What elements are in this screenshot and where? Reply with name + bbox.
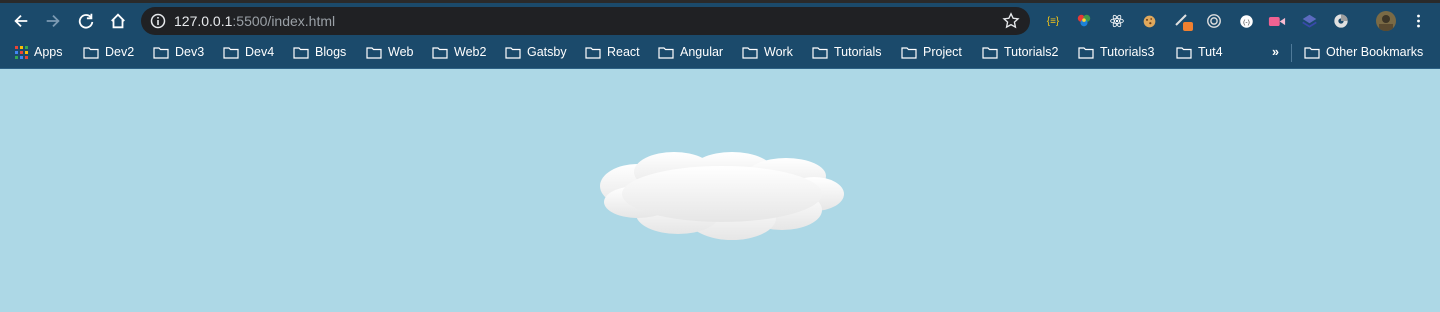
bookmarks-separator — [1291, 44, 1292, 62]
bookmark-folder[interactable]: Angular — [658, 43, 723, 61]
bookmark-folder[interactable]: React — [585, 43, 640, 61]
bookmarks-overflow-button[interactable]: » — [1272, 43, 1279, 61]
target-icon[interactable] — [1205, 12, 1223, 30]
bookmark-folder[interactable]: Dev4 — [223, 43, 274, 61]
bookmark-folder[interactable]: Project — [901, 43, 962, 61]
bookmark-folder[interactable]: Dev3 — [153, 43, 204, 61]
folder-icon — [223, 46, 239, 59]
folder-icon — [366, 46, 382, 59]
layers-icon[interactable] — [1300, 12, 1318, 30]
bookmark-folder[interactable]: Blogs — [293, 43, 346, 61]
bookmark-folder[interactable]: Dev2 — [83, 43, 134, 61]
folder-icon — [432, 46, 448, 59]
avatar[interactable] — [1376, 11, 1396, 31]
bookmark-folder[interactable]: Web2 — [432, 43, 486, 61]
folder-icon — [812, 46, 828, 59]
bookmark-star-icon[interactable] — [1002, 12, 1020, 30]
address-bar[interactable]: 127.0.0.1:5500/index.html — [141, 7, 1030, 35]
folder-icon — [1078, 46, 1094, 59]
cloud-image — [600, 152, 844, 240]
reload-button[interactable] — [74, 9, 98, 33]
info-icon[interactable] — [150, 13, 166, 29]
folder-icon — [901, 46, 917, 59]
bookmark-folder[interactable]: Web — [366, 43, 413, 61]
bookmarks-bar: Apps Dev2 Dev3 Dev4 Blogs Web Web2 Gatsb… — [0, 37, 1440, 69]
react-devtools-icon[interactable] — [1108, 12, 1126, 30]
back-button[interactable] — [9, 9, 33, 33]
bookmark-folder[interactable]: Tutorials2 — [982, 43, 1058, 61]
clipboard-icon[interactable]: (-) — [1237, 12, 1255, 30]
browser-toolbar: 127.0.0.1:5500/index.html {≡} (-) — [0, 0, 1440, 37]
video-icon[interactable] — [1268, 12, 1286, 30]
url-text[interactable]: 127.0.0.1:5500/index.html — [174, 13, 335, 29]
folder-icon — [83, 46, 99, 59]
folder-icon — [658, 46, 674, 59]
bookmark-apps[interactable]: Apps — [15, 43, 63, 61]
arrow-left-icon — [14, 14, 28, 28]
bookmark-folder[interactable]: Tut4 — [1176, 43, 1223, 61]
folder-icon — [1176, 46, 1192, 59]
forward-button[interactable] — [41, 9, 65, 33]
json-viewer-icon[interactable]: {≡} — [1044, 12, 1062, 30]
folder-icon — [153, 46, 169, 59]
folder-icon — [505, 46, 521, 59]
menu-kebab-icon[interactable] — [1409, 12, 1427, 30]
other-bookmarks[interactable]: Other Bookmarks — [1304, 43, 1423, 61]
bookmark-folder[interactable]: Gatsby — [505, 43, 567, 61]
bookmark-folder[interactable]: Work — [742, 43, 793, 61]
color-wheel-icon[interactable] — [1075, 12, 1093, 30]
folder-icon — [1304, 46, 1320, 59]
folder-icon — [293, 46, 309, 59]
svg-text:(-): (-) — [1243, 19, 1250, 26]
pen-tool-icon[interactable] — [1173, 10, 1195, 32]
home-icon — [111, 13, 125, 29]
bookmark-folder[interactable]: Tutorials3 — [1078, 43, 1154, 61]
folder-icon — [982, 46, 998, 59]
cookie-icon[interactable] — [1140, 12, 1158, 30]
apps-grid-icon — [15, 45, 28, 59]
chrome-dark-icon[interactable] — [1332, 12, 1350, 30]
bookmark-folder[interactable]: Tutorials — [812, 43, 881, 61]
reload-icon — [78, 13, 94, 29]
arrow-right-icon — [46, 14, 60, 28]
folder-icon — [742, 46, 758, 59]
folder-icon — [585, 46, 601, 59]
home-button[interactable] — [106, 9, 130, 33]
